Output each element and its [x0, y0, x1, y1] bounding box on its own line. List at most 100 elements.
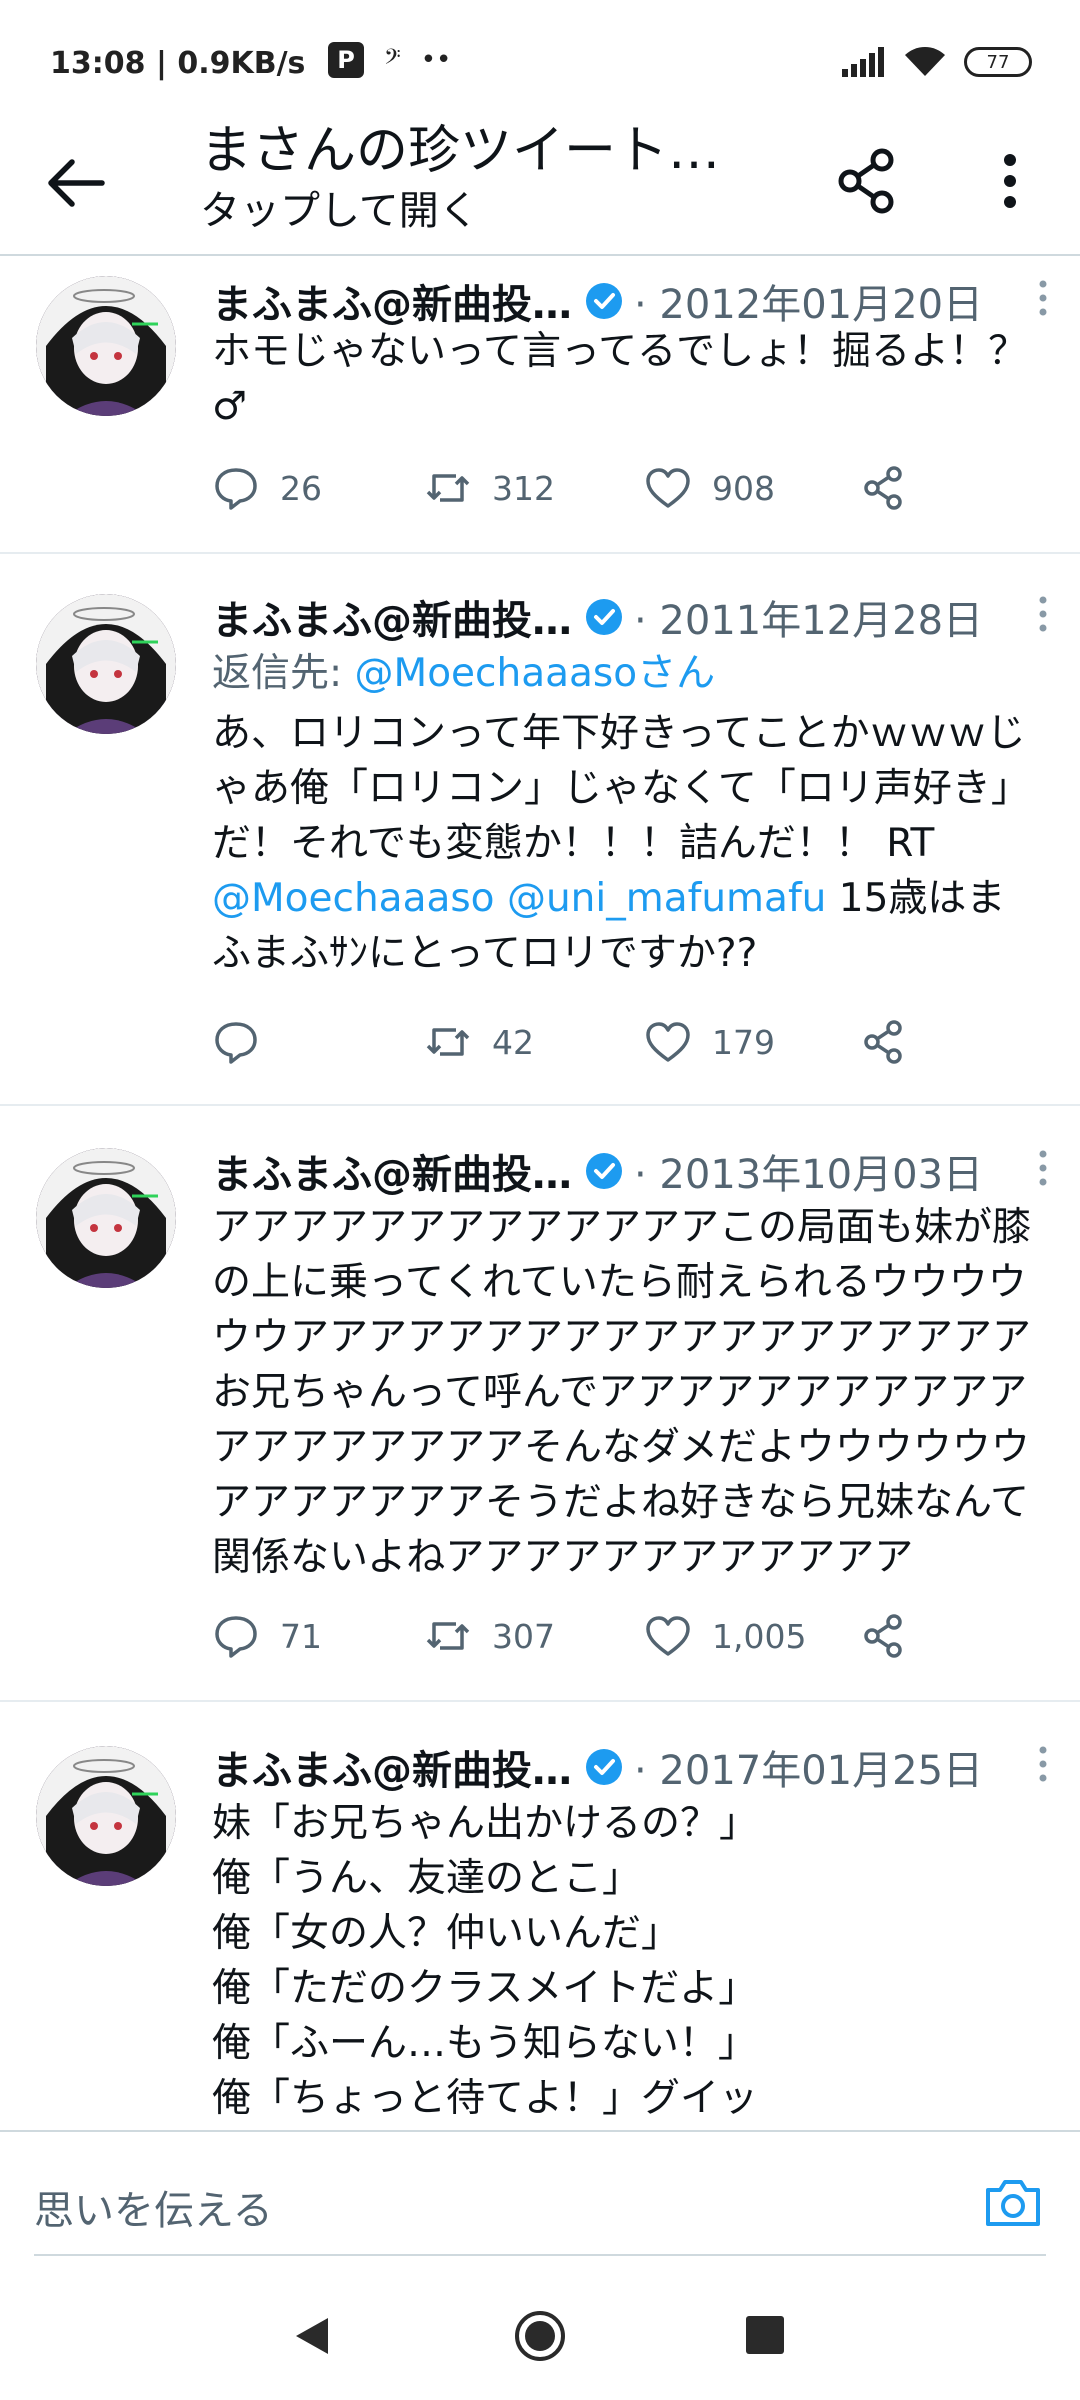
retweet-count: 312	[492, 468, 555, 508]
like-count: 179	[712, 1022, 775, 1062]
notification-icons: P 𝄢 ••	[328, 42, 451, 78]
verified-badge-icon	[586, 1749, 622, 1785]
tweet-more-icon[interactable]	[1028, 1144, 1058, 1198]
reply-icon	[215, 1616, 257, 1658]
reply-button[interactable]	[212, 1012, 280, 1072]
reply-count: 26	[280, 468, 322, 508]
mention-link[interactable]: @Moechaaaso	[212, 876, 495, 921]
verified-badge-icon	[586, 599, 622, 635]
tweet-header: まふまふ@新曲投… · 2013年10月03日	[212, 1144, 1050, 1198]
share-tweet-button[interactable]	[860, 1606, 928, 1666]
tweet-header: まふまふ@新曲投… · 2011年12月28日	[212, 590, 1050, 644]
share-tweet-button[interactable]	[860, 1012, 928, 1072]
tweet-feed[interactable]: まふまふ@新曲投… · 2012年01月20日 ホモじゃないって言ってるでしょ！…	[0, 258, 1080, 2126]
tweet-text-part: あ、ロリコンって年下好きってことかｗｗｗじゃあ俺「ロリコン」じゃなくて「ロリ声好…	[212, 711, 1030, 866]
status-bar: 13:08 | 0.9KB/s P 𝄢 •• 77	[0, 0, 1080, 110]
tweet-item[interactable]: まふまふ@新曲投… · 2012年01月20日 ホモじゃないって言ってるでしょ！…	[0, 258, 1080, 554]
tweet-more-icon[interactable]	[1028, 274, 1058, 328]
avatar[interactable]	[36, 276, 176, 416]
status-time: 13:08 | 0.9KB/s	[50, 46, 306, 81]
retweet-icon	[426, 1622, 470, 1650]
signal-icon	[842, 47, 884, 77]
compose-bar: 思いを伝える	[0, 2130, 1080, 2270]
like-count: 1,005	[712, 1616, 807, 1656]
author-name[interactable]: まふまふ@新曲投…	[212, 1142, 572, 1200]
tweet-more-icon[interactable]	[1028, 1740, 1058, 1794]
tweet-item[interactable]: まふまふ@新曲投… · 2017年01月25日 妹「お兄ちゃん出かけるの？」 俺…	[0, 1702, 1080, 2126]
share-icon	[864, 466, 902, 510]
tweet-actions: 71 307 1,005	[212, 1606, 932, 1666]
share-icon	[864, 1020, 902, 1064]
mention-link[interactable]: @uni_mafumafu	[507, 876, 826, 921]
app-notification-icon: 𝄢	[384, 44, 401, 75]
tweet-text-line: 俺「うん、友達のとこ」	[212, 1856, 642, 1901]
more-options-icon[interactable]	[980, 146, 1040, 216]
tweet-text-line: 妹「お兄ちゃん出かけるの？」	[212, 1801, 759, 1846]
tweet-actions: 26 312 908	[212, 458, 932, 518]
heart-icon	[646, 468, 690, 508]
share-icon	[864, 1614, 902, 1658]
heart-icon	[646, 1616, 690, 1656]
retweet-button[interactable]: 312	[424, 458, 555, 518]
avatar[interactable]	[36, 594, 176, 734]
retweet-icon	[426, 474, 470, 502]
compose-input[interactable]: 思いを伝える	[34, 2178, 273, 2236]
like-button[interactable]: 908	[644, 458, 775, 518]
more-notifications-icon: ••	[420, 45, 452, 75]
avatar[interactable]	[36, 1148, 176, 1288]
author-name[interactable]: まふまふ@新曲投…	[212, 1738, 572, 1796]
like-button[interactable]: 1,005	[644, 1606, 806, 1666]
wifi-icon	[905, 47, 945, 76]
author-name[interactable]: まふまふ@新曲投…	[212, 272, 572, 330]
reply-button[interactable]: 26	[212, 458, 322, 518]
retweet-count: 42	[492, 1022, 534, 1062]
retweet-count: 307	[492, 1616, 555, 1656]
tweet-text-line: 俺「ふーん…もう知らない！」	[212, 2021, 757, 2066]
tweet-text-line: 俺「女の人？仲いいんだ」	[212, 1911, 681, 1956]
tweet-text: 妹「お兄ちゃん出かけるの？」 俺「うん、友達のとこ」 俺「女の人？仲いいんだ」 …	[212, 1796, 1042, 2126]
share-tweet-button[interactable]	[860, 458, 928, 518]
tweet-text: アアアアアアアアアアアアアこの局面も妹が膝の上に乗ってくれていたら耐えられるウウ…	[212, 1205, 1032, 1580]
compose-underline	[34, 2254, 1046, 2256]
like-count: 908	[712, 468, 775, 508]
system-nav-bar	[0, 2270, 1080, 2400]
retweet-icon	[426, 1028, 470, 1056]
battery-icon: 77	[964, 47, 1032, 77]
nav-recents-icon[interactable]	[746, 2316, 784, 2354]
tweet-more-icon[interactable]	[1028, 590, 1058, 644]
author-name[interactable]: まふまふ@新曲投…	[212, 588, 572, 646]
back-arrow-icon[interactable]	[40, 148, 110, 218]
system-icons: 77	[842, 46, 1032, 78]
tweet-item[interactable]: まふまふ@新曲投… · 2011年12月28日 返信先: @Moechaaaso…	[0, 554, 1080, 1106]
retweet-button[interactable]: 42	[424, 1012, 534, 1072]
nav-back-icon[interactable]	[290, 2314, 334, 2358]
paypay-icon: P	[328, 42, 364, 78]
reply-icon	[215, 1022, 257, 1064]
retweet-button[interactable]: 307	[424, 1606, 555, 1666]
reply-button[interactable]: 71	[212, 1606, 322, 1666]
tweet-item[interactable]: まふまふ@新曲投… · 2013年10月03日 アアアアアアアアアアアアアこの局…	[0, 1106, 1080, 1702]
tweet-actions: 42 179	[212, 1012, 932, 1072]
like-button[interactable]: 179	[644, 1012, 775, 1072]
tweet-text-line: 俺「ただのクラスメイトだよ」	[212, 1966, 758, 2011]
tweet-text: ホモじゃないって言ってるでしょ！掘るよ！？♂	[212, 329, 1028, 429]
page-title: まさんの珍ツイート…	[200, 121, 721, 181]
tweet-date: · 2012年01月20日	[634, 282, 984, 328]
tweet-header: まふまふ@新曲投… · 2017年01月25日	[212, 1740, 1050, 1794]
reply-icon	[215, 468, 257, 510]
tweet-date: · 2017年01月25日	[634, 1748, 984, 1794]
header-title-area[interactable]: まさんの珍ツイート… タップして開く	[200, 118, 780, 238]
app-bar: まさんの珍ツイート… タップして開く	[0, 110, 1080, 256]
heart-icon	[646, 1022, 690, 1062]
reply-count: 71	[280, 1616, 322, 1656]
reply-to-label: 返信先:	[212, 651, 355, 696]
tweet-text-line: 俺「ちょっと待てよ！」グイッ	[212, 2076, 759, 2121]
nav-home-icon[interactable]	[514, 2310, 566, 2362]
camera-icon[interactable]	[982, 2172, 1044, 2234]
verified-badge-icon	[586, 1153, 622, 1189]
reply-to-link[interactable]: @Moechaaasoさん	[355, 651, 716, 696]
share-icon[interactable]	[832, 146, 902, 216]
verified-badge-icon	[586, 283, 622, 319]
avatar[interactable]	[36, 1746, 176, 1886]
reply-to-line: 返信先: @Moechaaasoさん	[212, 646, 715, 701]
